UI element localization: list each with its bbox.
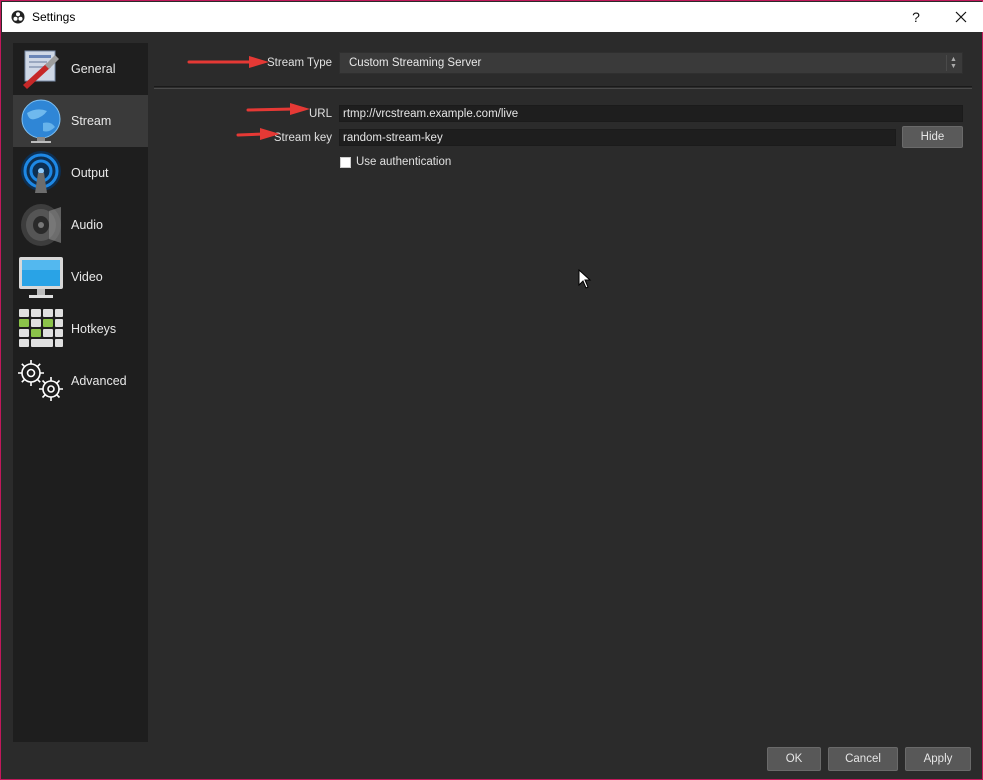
sidebar-item-label: Hotkeys <box>71 322 117 336</box>
monitor-icon <box>15 251 67 303</box>
gears-icon <box>15 355 67 407</box>
sidebar-item-label: Output <box>71 166 109 180</box>
settings-sidebar: General Stream Output Audio Video Hotkey… <box>13 43 148 742</box>
title-bar: Settings ? <box>2 2 983 32</box>
stream-type-value: Custom Streaming Server <box>349 57 482 69</box>
sidebar-item-stream[interactable]: Stream <box>13 95 148 147</box>
general-icon <box>15 43 67 95</box>
sidebar-item-label: Video <box>71 270 103 284</box>
output-antenna-icon <box>15 147 67 199</box>
use-authentication-label: Use authentication <box>356 156 452 168</box>
sidebar-item-hotkeys[interactable]: Hotkeys <box>13 303 148 355</box>
speaker-icon <box>15 199 67 251</box>
sidebar-item-label: Audio <box>71 218 103 232</box>
sidebar-item-output[interactable]: Output <box>13 147 148 199</box>
annotation-arrow-icon <box>187 56 269 68</box>
ok-button[interactable]: OK <box>767 747 821 771</box>
use-authentication-checkbox[interactable] <box>340 156 351 168</box>
annotation-arrow-icon <box>236 128 280 140</box>
sidebar-item-advanced[interactable]: Advanced <box>13 355 148 407</box>
stream-type-select[interactable]: Custom Streaming Server ▲ ▼ <box>339 52 963 74</box>
url-input[interactable]: rtmp://vrcstream.example.com/live <box>339 105 963 122</box>
chevron-updown-icon: ▲ ▼ <box>946 55 960 71</box>
sidebar-item-audio[interactable]: Audio <box>13 199 148 251</box>
keyboard-icon <box>15 303 67 355</box>
section-divider <box>154 86 972 89</box>
close-button[interactable] <box>939 2 983 32</box>
sidebar-item-label: General <box>71 62 116 76</box>
cancel-button[interactable]: Cancel <box>828 747 898 771</box>
settings-window: Settings ? General Stream Output Audio V… <box>0 0 983 780</box>
help-button[interactable]: ? <box>895 2 937 32</box>
sidebar-item-general[interactable]: General <box>13 43 148 95</box>
use-authentication-option[interactable]: Use authentication <box>340 156 451 168</box>
sidebar-item-label: Stream <box>71 114 112 128</box>
stream-globe-icon <box>15 95 67 147</box>
stream-key-value: random-stream-key <box>343 131 443 144</box>
window-title: Settings <box>32 10 76 24</box>
stream-key-input[interactable]: random-stream-key <box>339 129 896 146</box>
apply-button[interactable]: Apply <box>905 747 971 771</box>
sidebar-item-video[interactable]: Video <box>13 251 148 303</box>
sidebar-item-label: Advanced <box>71 374 127 388</box>
annotation-arrow-icon <box>246 103 310 115</box>
close-icon <box>955 11 967 23</box>
hide-key-button[interactable]: Hide <box>902 126 963 148</box>
obs-logo-icon <box>11 10 25 24</box>
mouse-cursor-icon <box>578 269 592 289</box>
url-value: rtmp://vrcstream.example.com/live <box>343 107 519 120</box>
